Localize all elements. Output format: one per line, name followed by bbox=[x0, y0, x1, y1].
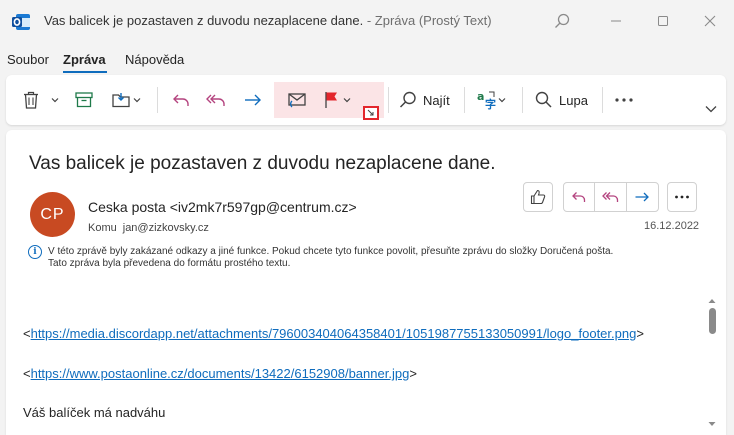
expand-ribbon-icon[interactable] bbox=[704, 103, 718, 115]
find-button[interactable]: Najít bbox=[398, 84, 450, 116]
body-line-link1: <https://media.discordapp.net/attachment… bbox=[23, 326, 644, 341]
avatar[interactable]: CP bbox=[30, 192, 75, 237]
translate-icon: a 字 bbox=[477, 90, 496, 111]
like-button[interactable] bbox=[523, 182, 553, 212]
archive-icon bbox=[75, 92, 93, 108]
reply-icon bbox=[572, 192, 586, 202]
body-line-text: Váš balíček má nadváhu bbox=[23, 405, 166, 420]
ribbon-toolbar: Najít a 字 Lupa bbox=[6, 75, 726, 125]
message-actions-group bbox=[563, 182, 659, 212]
search-icon[interactable] bbox=[553, 12, 571, 30]
body-link-discord-logo[interactable]: https://media.discordapp.net/attachments… bbox=[31, 326, 637, 341]
sender-name[interactable]: Ceska posta <iv2mk7r597gp@centrum.cz> bbox=[88, 199, 357, 215]
reply-all-button[interactable] bbox=[204, 84, 228, 116]
reply-all-icon bbox=[206, 94, 225, 106]
chevron-down-icon bbox=[498, 98, 506, 103]
tab-zprava[interactable]: Zpráva bbox=[63, 52, 106, 67]
zoom-icon bbox=[535, 91, 552, 108]
scroll-down-arrow-icon[interactable] bbox=[706, 419, 718, 429]
tab-napoveda[interactable]: Nápověda bbox=[125, 52, 184, 67]
scrollbar-thumb[interactable] bbox=[709, 308, 716, 334]
recipient-address[interactable]: jan@zizkovsky.cz bbox=[123, 222, 209, 234]
close-button[interactable] bbox=[698, 10, 722, 32]
svg-text:字: 字 bbox=[485, 97, 496, 111]
more-options-button[interactable] bbox=[613, 84, 635, 116]
recipient-row: Komu jan@zizkovsky.cz bbox=[88, 222, 209, 234]
menu-bar: Soubor Zpráva Nápověda bbox=[0, 48, 734, 76]
thumbs-up-icon bbox=[530, 189, 546, 205]
link-bracket: > bbox=[409, 366, 417, 381]
body-link-postaonline-banner[interactable]: https://www.postaonline.cz/documents/134… bbox=[31, 366, 410, 381]
outlook-icon bbox=[12, 14, 30, 30]
delete-button[interactable] bbox=[20, 84, 42, 116]
ribbon-divider bbox=[464, 87, 465, 113]
svg-text:a: a bbox=[477, 90, 484, 103]
info-text: V této zprávě byly zakázané odkazy a jin… bbox=[48, 246, 678, 270]
dialog-launcher-button[interactable] bbox=[363, 106, 379, 120]
ellipsis-icon bbox=[675, 195, 689, 199]
scroll-up-arrow-icon[interactable] bbox=[706, 296, 718, 306]
reply-button[interactable] bbox=[170, 84, 192, 116]
message-date: 16.12.2022 bbox=[644, 220, 700, 232]
chevron-down-icon bbox=[133, 98, 141, 103]
flag-icon bbox=[325, 92, 337, 108]
unread-read-button[interactable] bbox=[286, 84, 308, 116]
delete-dropdown[interactable] bbox=[50, 84, 60, 116]
message-reading-pane: Vas balicek je pozastaven z duvodu nezap… bbox=[6, 130, 726, 435]
window-title-subject: Vas balicek je pozastaven z duvodu nezap… bbox=[44, 13, 364, 28]
window-title: Vas balicek je pozastaven z duvodu nezap… bbox=[44, 13, 492, 28]
ribbon-divider bbox=[602, 87, 603, 113]
reply-all-icon bbox=[601, 192, 618, 202]
message-more-button[interactable] bbox=[667, 182, 697, 212]
active-tab-indicator bbox=[63, 71, 107, 73]
translate-button[interactable]: a 字 bbox=[475, 84, 507, 116]
message-forward-button[interactable] bbox=[627, 183, 658, 211]
zoom-button[interactable]: Lupa bbox=[534, 84, 588, 116]
info-line-blocked-content: V této zprávě byly zakázané odkazy a jin… bbox=[48, 246, 614, 257]
reply-icon bbox=[173, 94, 189, 106]
move-button[interactable] bbox=[110, 84, 142, 116]
find-label: Najít bbox=[423, 92, 450, 108]
archive-button[interactable] bbox=[73, 84, 95, 116]
to-label: Komu bbox=[88, 222, 117, 234]
flag-button[interactable] bbox=[322, 84, 352, 116]
maximize-button[interactable] bbox=[651, 10, 675, 32]
chevron-down-icon bbox=[51, 98, 59, 103]
link-bracket: > bbox=[636, 326, 644, 341]
title-bar: Vas balicek je pozastaven z duvodu nezap… bbox=[0, 0, 734, 44]
link-bracket: < bbox=[23, 366, 31, 381]
forward-arrow-icon bbox=[635, 192, 650, 202]
mail-unread-icon bbox=[288, 93, 306, 108]
link-bracket: < bbox=[23, 326, 31, 341]
forward-arrow-icon bbox=[245, 94, 261, 106]
search-icon bbox=[399, 91, 416, 108]
ellipsis-icon bbox=[615, 98, 633, 102]
info-line-plain-text: Tato zpráva byla převedena do formátu pr… bbox=[48, 258, 291, 269]
minimize-button[interactable] bbox=[604, 10, 628, 32]
info-icon: i bbox=[28, 245, 42, 259]
message-reply-all-button[interactable] bbox=[595, 183, 627, 211]
body-line-link2: <https://www.postaonline.cz/documents/13… bbox=[23, 366, 417, 381]
tab-soubor[interactable]: Soubor bbox=[7, 52, 49, 67]
forward-button[interactable] bbox=[242, 84, 264, 116]
vertical-scrollbar[interactable] bbox=[706, 294, 718, 435]
ribbon-divider bbox=[522, 87, 523, 113]
ribbon-divider bbox=[157, 87, 158, 113]
move-folder-icon bbox=[112, 93, 130, 108]
zoom-label: Lupa bbox=[559, 92, 588, 108]
trash-icon bbox=[24, 91, 38, 109]
ribbon-divider bbox=[388, 87, 389, 113]
chevron-down-icon bbox=[343, 98, 351, 103]
message-reply-button[interactable] bbox=[564, 183, 596, 211]
window-title-suffix: - Zpráva (Prostý Text) bbox=[363, 13, 492, 28]
message-subject: Vas balicek je pozastaven z duvodu nezap… bbox=[29, 153, 496, 174]
launcher-arrow-icon bbox=[367, 109, 374, 116]
